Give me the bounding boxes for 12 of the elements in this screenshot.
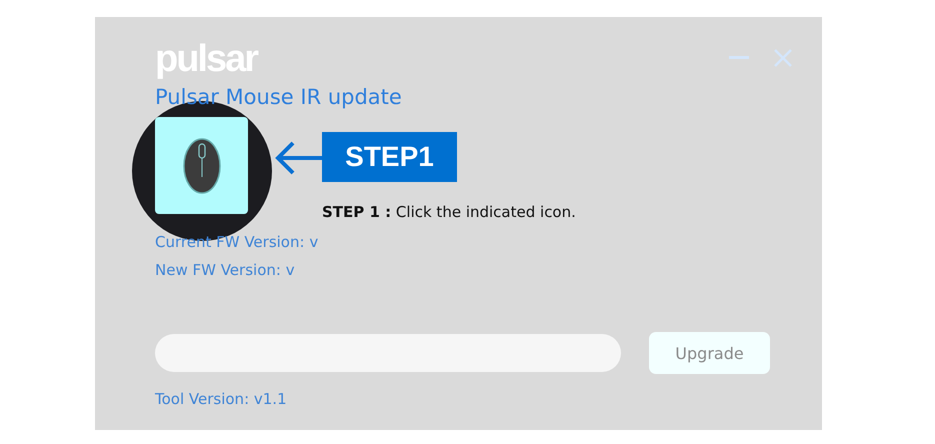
close-button[interactable]: [772, 47, 794, 69]
tool-version: Tool Version: v1.1: [155, 390, 288, 408]
step-badge: STEP1: [322, 132, 457, 182]
close-icon: [774, 49, 792, 67]
mouse-icon: [182, 136, 222, 194]
minimize-icon: [729, 56, 749, 60]
step-instruction: STEP 1 : Click the indicated icon.: [322, 203, 576, 221]
version-label: New FW Version: v: [155, 260, 296, 281]
arrow-icon: [275, 141, 325, 175]
version-label: Current FW Version: v: [155, 232, 320, 253]
window-title: Pulsar Mouse IR update: [155, 84, 403, 111]
device-tile[interactable]: [155, 117, 248, 214]
